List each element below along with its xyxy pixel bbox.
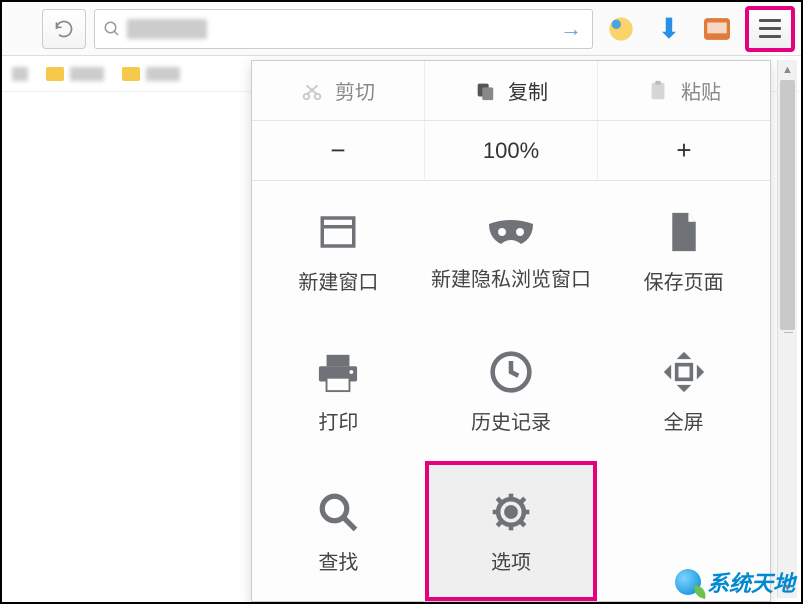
downloads-button[interactable]: ⬇ bbox=[649, 9, 689, 49]
save-page-label: 保存页面 bbox=[644, 266, 724, 295]
reload-icon bbox=[54, 19, 74, 39]
bookmark-item[interactable] bbox=[12, 67, 28, 81]
printer-icon bbox=[315, 351, 361, 393]
mask-icon bbox=[487, 219, 535, 249]
zoom-out-button[interactable]: − bbox=[252, 121, 425, 180]
toolbar-shortcut-2[interactable] bbox=[697, 9, 737, 49]
copy-button[interactable]: 复制 bbox=[425, 61, 598, 120]
find-label: 查找 bbox=[318, 546, 358, 575]
save-page-button[interactable]: 保存页面 bbox=[597, 181, 770, 321]
bookmark-star-icon bbox=[607, 15, 635, 43]
fullscreen-label: 全屏 bbox=[664, 406, 704, 435]
print-label: 打印 bbox=[318, 406, 358, 435]
paste-button[interactable]: 粘贴 bbox=[598, 61, 770, 120]
print-button[interactable]: 打印 bbox=[252, 321, 425, 461]
go-arrow-icon[interactable]: → bbox=[560, 16, 582, 42]
bookmark-item[interactable] bbox=[122, 67, 180, 81]
watermark-text: 系统天地 bbox=[707, 566, 795, 598]
reload-button[interactable] bbox=[42, 9, 86, 49]
download-icon: ⬇ bbox=[657, 12, 680, 45]
cut-label: 剪切 bbox=[335, 76, 375, 105]
globe-icon bbox=[675, 569, 701, 595]
paste-label: 粘贴 bbox=[681, 76, 721, 105]
plus-icon: + bbox=[676, 135, 691, 166]
scroll-divider bbox=[784, 332, 793, 342]
window-icon bbox=[317, 211, 359, 253]
magnifier-icon bbox=[317, 491, 359, 533]
menu-button[interactable] bbox=[745, 6, 795, 52]
scissors-icon bbox=[301, 80, 323, 102]
zoom-row: − 100% + bbox=[252, 121, 770, 181]
search-input[interactable]: → bbox=[94, 9, 593, 49]
hamburger-icon bbox=[759, 19, 781, 38]
fullscreen-button[interactable]: 全屏 bbox=[597, 321, 770, 461]
vertical-scrollbar[interactable]: ▲ ▼ bbox=[777, 60, 797, 598]
clipboard-icon bbox=[647, 80, 669, 102]
watermark: 系统天地 bbox=[675, 566, 795, 598]
copy-label: 复制 bbox=[508, 76, 548, 105]
page-icon bbox=[666, 210, 702, 254]
clipboard-row: 剪切 复制 粘贴 bbox=[252, 61, 770, 121]
zoom-level[interactable]: 100% bbox=[425, 121, 598, 180]
new-private-window-button[interactable]: 新建隐私浏览窗口 bbox=[425, 181, 598, 321]
scroll-up-button[interactable]: ▲ bbox=[778, 60, 797, 80]
options-button[interactable]: 选项 bbox=[425, 461, 598, 601]
minus-icon: − bbox=[330, 135, 345, 166]
history-label: 历史记录 bbox=[471, 406, 551, 435]
toolbar-shortcut-1[interactable] bbox=[601, 9, 641, 49]
fullscreen-icon bbox=[662, 350, 706, 394]
zoom-level-text: 100% bbox=[483, 138, 539, 164]
zoom-in-button[interactable]: + bbox=[598, 121, 770, 180]
gear-icon bbox=[489, 490, 533, 534]
fox-icon bbox=[704, 18, 730, 40]
copy-icon bbox=[474, 80, 496, 102]
bookmark-item[interactable] bbox=[46, 67, 104, 81]
options-label: 选项 bbox=[491, 546, 531, 575]
history-button[interactable]: 历史记录 bbox=[425, 321, 598, 461]
folder-icon bbox=[46, 67, 64, 81]
cut-button[interactable]: 剪切 bbox=[252, 61, 425, 120]
menu-grid: 新建窗口 新建隐私浏览窗口 保存页面 打印 历史记录 全屏 查找 选项 bbox=[252, 181, 770, 601]
clock-icon bbox=[489, 350, 533, 394]
search-icon bbox=[103, 20, 121, 38]
search-blurred-text bbox=[127, 19, 207, 39]
new-window-button[interactable]: 新建窗口 bbox=[252, 181, 425, 321]
new-window-label: 新建窗口 bbox=[298, 266, 378, 295]
browser-toolbar: → ⬇ bbox=[2, 2, 801, 56]
main-menu-panel: 剪切 复制 粘贴 − 100% + 新建窗口 新建隐私浏览窗口 保存页面 bbox=[251, 60, 771, 602]
scroll-thumb[interactable] bbox=[780, 80, 795, 330]
folder-icon bbox=[122, 67, 140, 81]
find-button[interactable]: 查找 bbox=[252, 461, 425, 601]
new-private-label: 新建隐私浏览窗口 bbox=[431, 268, 591, 292]
